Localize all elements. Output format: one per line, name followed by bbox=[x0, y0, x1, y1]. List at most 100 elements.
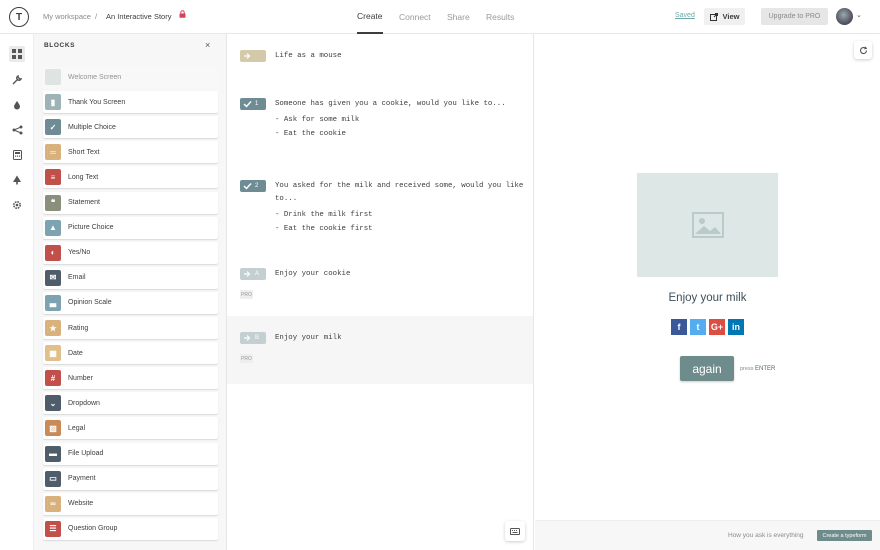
form-title[interactable]: An Interactive Story bbox=[106, 12, 171, 21]
block-item[interactable]: ≡ Long Text bbox=[43, 166, 218, 189]
blocks-grid-icon[interactable] bbox=[9, 46, 25, 62]
block-type-icon: # bbox=[45, 370, 61, 387]
block-item[interactable]: ⌄ Dropdown bbox=[43, 392, 218, 415]
upgrade-button[interactable]: Upgrade to PRO bbox=[761, 8, 828, 25]
block-type-icon: ⌄ bbox=[45, 395, 61, 412]
block-item[interactable]: ▃ Opinion Scale bbox=[43, 291, 218, 314]
icon-rail bbox=[0, 34, 34, 550]
block-type-icon: ✉ bbox=[45, 269, 61, 286]
lock-icon bbox=[179, 10, 186, 18]
block-item[interactable]: ▦ Date bbox=[43, 342, 218, 365]
logic-jump-icon[interactable] bbox=[9, 122, 25, 138]
block-label: Yes/No bbox=[68, 249, 91, 257]
answer-option: - Ask for some milk bbox=[275, 116, 360, 124]
block-item[interactable]: ▭ Payment bbox=[43, 467, 218, 490]
block-type-icon: ▧ bbox=[45, 420, 61, 437]
logo[interactable]: T bbox=[9, 7, 29, 27]
block-type-icon: ▦ bbox=[45, 345, 61, 362]
question-type-tag: A bbox=[240, 268, 266, 280]
block-label: Legal bbox=[68, 424, 86, 432]
block-item[interactable]: ▮ Thank You Screen bbox=[43, 91, 218, 114]
linkedin-icon[interactable]: in bbox=[728, 319, 744, 335]
close-icon[interactable]: × bbox=[205, 40, 210, 50]
footer-tagline: How you ask is everything bbox=[728, 532, 804, 539]
block-type-icon: ◐ bbox=[45, 244, 61, 261]
question-text: Life as a mouse bbox=[275, 52, 342, 60]
enter-hint: press ENTER bbox=[740, 366, 776, 372]
block-item[interactable]: # Number bbox=[43, 367, 218, 390]
question-type-tag: 2 bbox=[240, 180, 266, 192]
question-number: 2 bbox=[255, 183, 259, 189]
pro-badge: PRO bbox=[240, 290, 253, 299]
question-type-tag: 1 bbox=[240, 98, 266, 110]
tab-results[interactable]: Results bbox=[486, 0, 514, 34]
block-type-icon: ▭ bbox=[45, 470, 61, 487]
question-text: Enjoy your milk bbox=[275, 334, 342, 342]
tab-create[interactable]: Create bbox=[357, 0, 383, 34]
refresh-icon[interactable] bbox=[854, 41, 872, 59]
block-label: Payment bbox=[68, 475, 96, 483]
tab-share[interactable]: Share bbox=[447, 0, 470, 34]
question-item[interactable]: 2 You asked for the milk and received som… bbox=[227, 164, 533, 252]
block-label: Statement bbox=[68, 199, 100, 206]
block-item[interactable]: ▬ File Upload bbox=[43, 442, 218, 465]
top-bar: T My workspace / An Interactive Story Cr… bbox=[0, 0, 880, 34]
question-item[interactable]: 1 Someone has given you a cookie, would y… bbox=[227, 82, 533, 164]
keyboard-shortcuts-icon[interactable] bbox=[505, 521, 525, 541]
block-type-icon: ★ bbox=[45, 320, 61, 336]
block-item[interactable]: ▧ Legal bbox=[43, 417, 218, 440]
block-type-icon: ▃ bbox=[45, 294, 61, 311]
breadcrumb-workspace[interactable]: My workspace bbox=[43, 12, 91, 21]
wrench-icon[interactable] bbox=[9, 72, 25, 88]
again-button[interactable]: again bbox=[680, 356, 734, 381]
view-label: View bbox=[722, 12, 740, 21]
blocks-panel: BLOCKS × Welcome Screen ▮ Thank You Screen… bbox=[34, 34, 227, 550]
block-label: Email bbox=[68, 274, 86, 282]
question-item[interactable]: Life as a mouse bbox=[227, 34, 533, 82]
avatar[interactable] bbox=[836, 8, 853, 25]
block-type-icon: ≡ bbox=[45, 169, 61, 186]
question-item[interactable]: B Enjoy your milk PRO bbox=[227, 316, 533, 384]
block-item[interactable]: ★ Rating bbox=[43, 317, 218, 339]
block-item: Welcome Screen bbox=[43, 66, 218, 88]
pro-badge: PRO bbox=[240, 354, 253, 363]
question-item[interactable]: A Enjoy your cookie PRO bbox=[227, 252, 533, 316]
block-type-icon bbox=[45, 69, 61, 85]
gear-icon[interactable] bbox=[9, 197, 25, 213]
block-label: Question Group bbox=[68, 525, 118, 533]
block-label: Rating bbox=[68, 324, 89, 332]
block-item[interactable]: ☰ Question Group bbox=[43, 517, 218, 540]
block-label: Thank You Screen bbox=[68, 98, 126, 106]
block-item[interactable]: ✉ Email bbox=[43, 266, 218, 289]
calculator-icon[interactable] bbox=[9, 147, 25, 163]
block-label: Website bbox=[68, 500, 94, 508]
block-label: Welcome Screen bbox=[68, 73, 122, 81]
paint-drop-icon[interactable] bbox=[9, 97, 25, 113]
tab-connect[interactable]: Connect bbox=[399, 0, 431, 34]
block-item[interactable]: ✓ Multiple Choice bbox=[43, 116, 218, 139]
block-type-icon: ✓ bbox=[45, 119, 61, 136]
block-type-icon: ▬ bbox=[45, 445, 61, 462]
answer-option: - Drink the milk first bbox=[275, 211, 373, 219]
block-type-icon: ═ bbox=[45, 144, 61, 161]
block-item[interactable]: ◐ Yes/No bbox=[43, 241, 218, 264]
block-type-icon: ☰ bbox=[45, 520, 61, 537]
google-plus-icon[interactable]: G+ bbox=[709, 319, 725, 335]
block-item[interactable]: ═ Short Text bbox=[43, 141, 218, 164]
block-item[interactable]: ∞ Website bbox=[43, 492, 218, 515]
question-type-tag bbox=[240, 50, 266, 62]
question-text: You asked for the milk and received some… bbox=[275, 182, 524, 203]
create-typeform-button[interactable]: Create a typeform bbox=[817, 530, 872, 541]
block-type-icon: ❝ bbox=[45, 194, 61, 211]
block-item[interactable]: ▲ Picture Choice bbox=[43, 216, 218, 239]
tree-icon[interactable] bbox=[9, 172, 25, 188]
twitter-icon[interactable]: t bbox=[690, 319, 706, 335]
question-canvas: Life as a mouse 1 Someone has given you a … bbox=[227, 34, 534, 550]
preview-title: Enjoy your milk bbox=[668, 292, 747, 304]
chevron-down-icon[interactable]: ⌄ bbox=[856, 11, 862, 19]
block-item[interactable]: ❝ Statement bbox=[43, 191, 218, 214]
view-button[interactable]: View bbox=[704, 8, 745, 25]
facebook-icon[interactable]: f bbox=[671, 319, 687, 335]
block-type-icon: ▮ bbox=[45, 94, 61, 111]
block-label: File Upload bbox=[68, 450, 104, 457]
